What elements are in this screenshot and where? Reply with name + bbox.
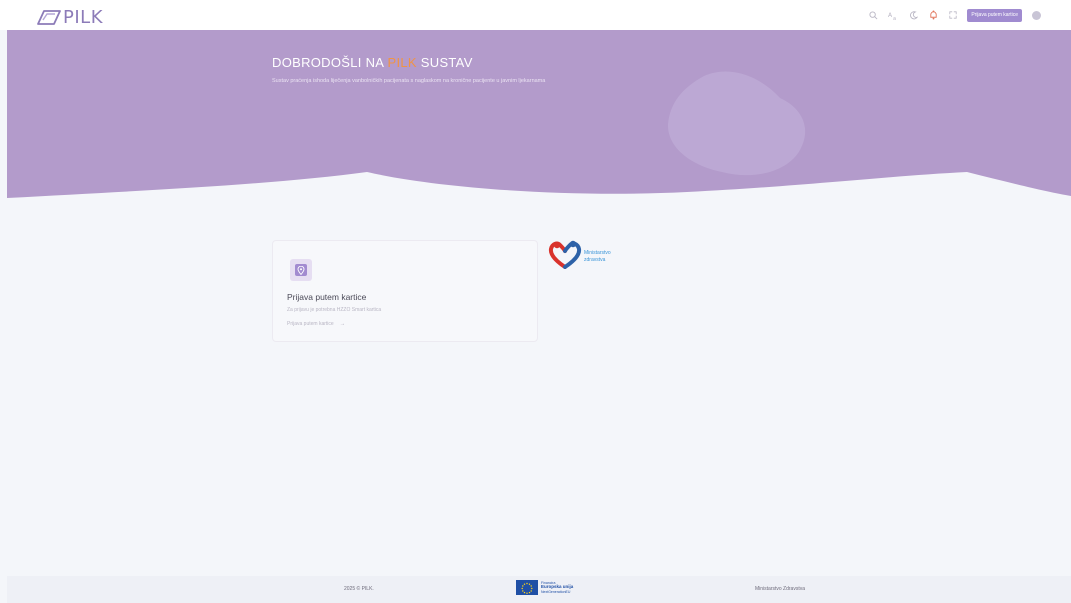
hero-decoration bbox=[667, 71, 806, 176]
arrow-right-icon: → bbox=[339, 321, 345, 327]
eu-flag-icon bbox=[516, 580, 538, 595]
brand-logo[interactable]: PILK bbox=[34, 6, 103, 28]
hero-banner: DOBRODOŠLI NA PILK SUSTAV Sustav praćenj… bbox=[7, 30, 1071, 212]
translate-icon[interactable]: Aa bbox=[887, 9, 899, 21]
top-navbar: PILK Aa Prijava putem kartice bbox=[0, 0, 1071, 30]
login-card-button[interactable]: Prijava putem kartice bbox=[967, 8, 1022, 22]
main-content bbox=[7, 212, 1071, 552]
fullscreen-icon[interactable] bbox=[947, 9, 959, 21]
ministry-text: Ministarstvo zdravstva bbox=[584, 250, 611, 263]
card-icon-box bbox=[290, 259, 312, 281]
gear-icon[interactable] bbox=[1032, 10, 1041, 20]
footer: 2025 © PILK. Financira Europska unija Ne… bbox=[7, 576, 1071, 603]
svg-text:a: a bbox=[893, 16, 896, 20]
toolbar: Aa Prijava putem kartice bbox=[867, 7, 1041, 23]
footer-ministry-text: Ministarstvo Zdravstva bbox=[755, 586, 806, 592]
login-card: Prijava putem kartice Za prijavu je potr… bbox=[272, 240, 538, 342]
card-login-link[interactable]: Prijava putem kartice → bbox=[287, 321, 345, 327]
hero-title: DOBRODOŠLI NA PILK SUSTAV bbox=[272, 55, 473, 70]
hero-title-accent: PILK bbox=[387, 55, 417, 70]
card-description: Za prijavu je potrebna HZZO Smart kartic… bbox=[287, 307, 382, 313]
hero-subtitle: Sustav praćenja ishoda liječenja vanboln… bbox=[272, 78, 546, 84]
logo-icon bbox=[37, 10, 61, 25]
brand-name: PILK bbox=[63, 6, 103, 28]
hero-wave bbox=[7, 172, 1071, 212]
eu-funding-logo: Financira Europska unija NextGenerationE… bbox=[516, 580, 573, 595]
eu-text: Financira Europska unija NextGenerationE… bbox=[541, 580, 574, 594]
ministry-heart-icon bbox=[548, 240, 582, 269]
copyright-text: 2025 © PILK. bbox=[344, 586, 374, 592]
card-title: Prijava putem kartice bbox=[287, 292, 367, 302]
location-icon bbox=[295, 264, 307, 276]
moon-icon[interactable] bbox=[907, 9, 919, 21]
search-icon[interactable] bbox=[867, 9, 879, 21]
ministry-logo: Ministarstvo zdravstva bbox=[548, 239, 611, 269]
bell-icon[interactable] bbox=[927, 9, 939, 21]
